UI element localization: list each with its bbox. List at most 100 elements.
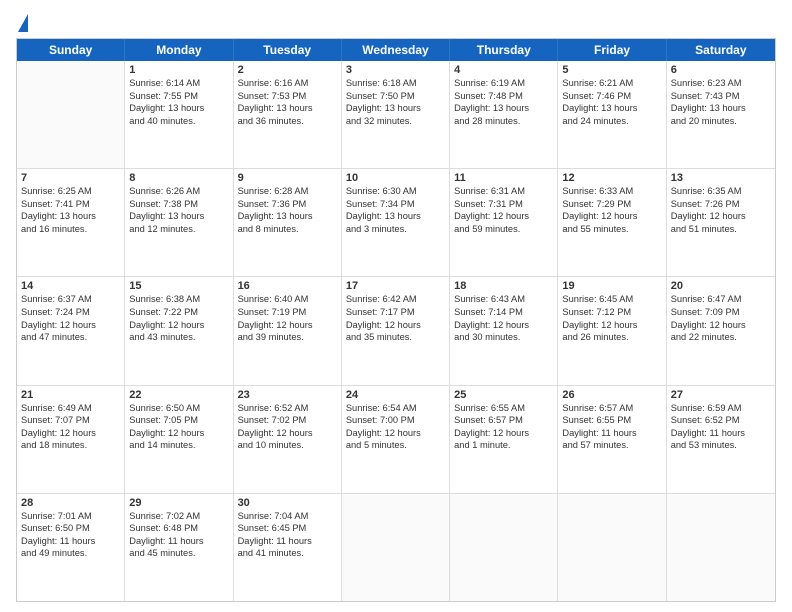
cell-info-line: and 49 minutes. — [21, 547, 120, 560]
cell-info-line: Sunset: 6:55 PM — [562, 414, 661, 427]
cell-info-line: and 12 minutes. — [129, 223, 228, 236]
day-number: 3 — [346, 64, 445, 76]
cell-info-line: and 43 minutes. — [129, 331, 228, 344]
cell-info-line: Sunrise: 7:01 AM — [21, 510, 120, 523]
day-number: 7 — [21, 172, 120, 184]
cell-info-line: Sunset: 7:31 PM — [454, 198, 553, 211]
cal-cell-day-20: 20Sunrise: 6:47 AMSunset: 7:09 PMDayligh… — [667, 277, 775, 384]
cal-cell-day-16: 16Sunrise: 6:40 AMSunset: 7:19 PMDayligh… — [234, 277, 342, 384]
day-number: 29 — [129, 497, 228, 509]
cal-week-1: 1Sunrise: 6:14 AMSunset: 7:55 PMDaylight… — [17, 61, 775, 169]
cell-info-line: and 39 minutes. — [238, 331, 337, 344]
cell-info-line: Daylight: 12 hours — [671, 210, 771, 223]
cal-cell-day-24: 24Sunrise: 6:54 AMSunset: 7:00 PMDayligh… — [342, 386, 450, 493]
cal-cell-empty — [667, 494, 775, 601]
cal-cell-day-13: 13Sunrise: 6:35 AMSunset: 7:26 PMDayligh… — [667, 169, 775, 276]
cell-info-line: Daylight: 13 hours — [346, 210, 445, 223]
cell-info-line: Sunset: 6:57 PM — [454, 414, 553, 427]
cell-info-line: and 18 minutes. — [21, 439, 120, 452]
cell-info-line: Sunset: 7:24 PM — [21, 306, 120, 319]
day-number: 8 — [129, 172, 228, 184]
cell-info-line: Daylight: 11 hours — [129, 535, 228, 548]
day-number: 26 — [562, 389, 661, 401]
cell-info-line: Daylight: 13 hours — [562, 102, 661, 115]
cal-cell-day-22: 22Sunrise: 6:50 AMSunset: 7:05 PMDayligh… — [125, 386, 233, 493]
cell-info-line: and 3 minutes. — [346, 223, 445, 236]
cell-info-line: Sunset: 7:46 PM — [562, 90, 661, 103]
day-number: 16 — [238, 280, 337, 292]
cell-info-line: Daylight: 12 hours — [562, 319, 661, 332]
cell-info-line: Daylight: 13 hours — [129, 210, 228, 223]
cal-cell-empty — [17, 61, 125, 168]
cell-info-line: Sunrise: 6:18 AM — [346, 77, 445, 90]
cal-cell-day-11: 11Sunrise: 6:31 AMSunset: 7:31 PMDayligh… — [450, 169, 558, 276]
cell-info-line: Sunrise: 6:45 AM — [562, 293, 661, 306]
day-number: 27 — [671, 389, 771, 401]
cell-info-line: Sunrise: 6:31 AM — [454, 185, 553, 198]
cal-week-5: 28Sunrise: 7:01 AMSunset: 6:50 PMDayligh… — [17, 494, 775, 601]
day-number: 15 — [129, 280, 228, 292]
cal-cell-day-10: 10Sunrise: 6:30 AMSunset: 7:34 PMDayligh… — [342, 169, 450, 276]
cell-info-line: Daylight: 13 hours — [346, 102, 445, 115]
cell-info-line: and 57 minutes. — [562, 439, 661, 452]
cell-info-line: Daylight: 12 hours — [129, 319, 228, 332]
day-number: 6 — [671, 64, 771, 76]
day-number: 14 — [21, 280, 120, 292]
cell-info-line: Sunrise: 6:14 AM — [129, 77, 228, 90]
day-number: 4 — [454, 64, 553, 76]
cell-info-line: and 35 minutes. — [346, 331, 445, 344]
cal-header-monday: Monday — [125, 39, 233, 61]
cell-info-line: Sunset: 7:29 PM — [562, 198, 661, 211]
cell-info-line: Sunset: 7:14 PM — [454, 306, 553, 319]
cell-info-line: Daylight: 12 hours — [671, 319, 771, 332]
logo-triangle-icon — [18, 14, 28, 32]
calendar: SundayMondayTuesdayWednesdayThursdayFrid… — [16, 38, 776, 602]
cell-info-line: Sunrise: 6:52 AM — [238, 402, 337, 415]
cal-cell-day-6: 6Sunrise: 6:23 AMSunset: 7:43 PMDaylight… — [667, 61, 775, 168]
cal-cell-day-15: 15Sunrise: 6:38 AMSunset: 7:22 PMDayligh… — [125, 277, 233, 384]
cell-info-line: Daylight: 12 hours — [562, 210, 661, 223]
cell-info-line: Sunset: 7:48 PM — [454, 90, 553, 103]
cell-info-line: and 14 minutes. — [129, 439, 228, 452]
cell-info-line: Sunset: 6:48 PM — [129, 522, 228, 535]
cal-cell-day-21: 21Sunrise: 6:49 AMSunset: 7:07 PMDayligh… — [17, 386, 125, 493]
day-number: 11 — [454, 172, 553, 184]
cell-info-line: Daylight: 11 hours — [238, 535, 337, 548]
cell-info-line: Daylight: 13 hours — [21, 210, 120, 223]
cal-header-wednesday: Wednesday — [342, 39, 450, 61]
cal-cell-day-7: 7Sunrise: 6:25 AMSunset: 7:41 PMDaylight… — [17, 169, 125, 276]
cal-cell-day-28: 28Sunrise: 7:01 AMSunset: 6:50 PMDayligh… — [17, 494, 125, 601]
cell-info-line: and 53 minutes. — [671, 439, 771, 452]
cell-info-line: Sunset: 7:50 PM — [346, 90, 445, 103]
cell-info-line: Sunrise: 6:37 AM — [21, 293, 120, 306]
cal-cell-empty — [450, 494, 558, 601]
cell-info-line: Sunrise: 6:59 AM — [671, 402, 771, 415]
cal-cell-day-5: 5Sunrise: 6:21 AMSunset: 7:46 PMDaylight… — [558, 61, 666, 168]
cell-info-line: Sunrise: 6:40 AM — [238, 293, 337, 306]
cell-info-line: Sunrise: 7:02 AM — [129, 510, 228, 523]
cell-info-line: Sunrise: 6:42 AM — [346, 293, 445, 306]
cell-info-line: and 22 minutes. — [671, 331, 771, 344]
day-number: 23 — [238, 389, 337, 401]
cell-info-line: and 1 minute. — [454, 439, 553, 452]
cal-cell-day-23: 23Sunrise: 6:52 AMSunset: 7:02 PMDayligh… — [234, 386, 342, 493]
day-number: 18 — [454, 280, 553, 292]
cell-info-line: Sunset: 7:36 PM — [238, 198, 337, 211]
cal-header-sunday: Sunday — [17, 39, 125, 61]
cell-info-line: Sunset: 6:52 PM — [671, 414, 771, 427]
cal-cell-day-27: 27Sunrise: 6:59 AMSunset: 6:52 PMDayligh… — [667, 386, 775, 493]
day-number: 13 — [671, 172, 771, 184]
cal-cell-empty — [558, 494, 666, 601]
day-number: 5 — [562, 64, 661, 76]
cell-info-line: Daylight: 13 hours — [238, 102, 337, 115]
cell-info-line: Daylight: 12 hours — [238, 319, 337, 332]
cell-info-line: Daylight: 13 hours — [129, 102, 228, 115]
cal-header-saturday: Saturday — [667, 39, 775, 61]
cal-week-3: 14Sunrise: 6:37 AMSunset: 7:24 PM Dayligh… — [17, 277, 775, 385]
cell-info-line: Sunrise: 6:16 AM — [238, 77, 337, 90]
cell-info-line: Sunrise: 6:38 AM — [129, 293, 228, 306]
cell-info-line: Sunrise: 6:28 AM — [238, 185, 337, 198]
cell-info-line: Sunset: 6:50 PM — [21, 522, 120, 535]
day-number: 19 — [562, 280, 661, 292]
day-number: 10 — [346, 172, 445, 184]
